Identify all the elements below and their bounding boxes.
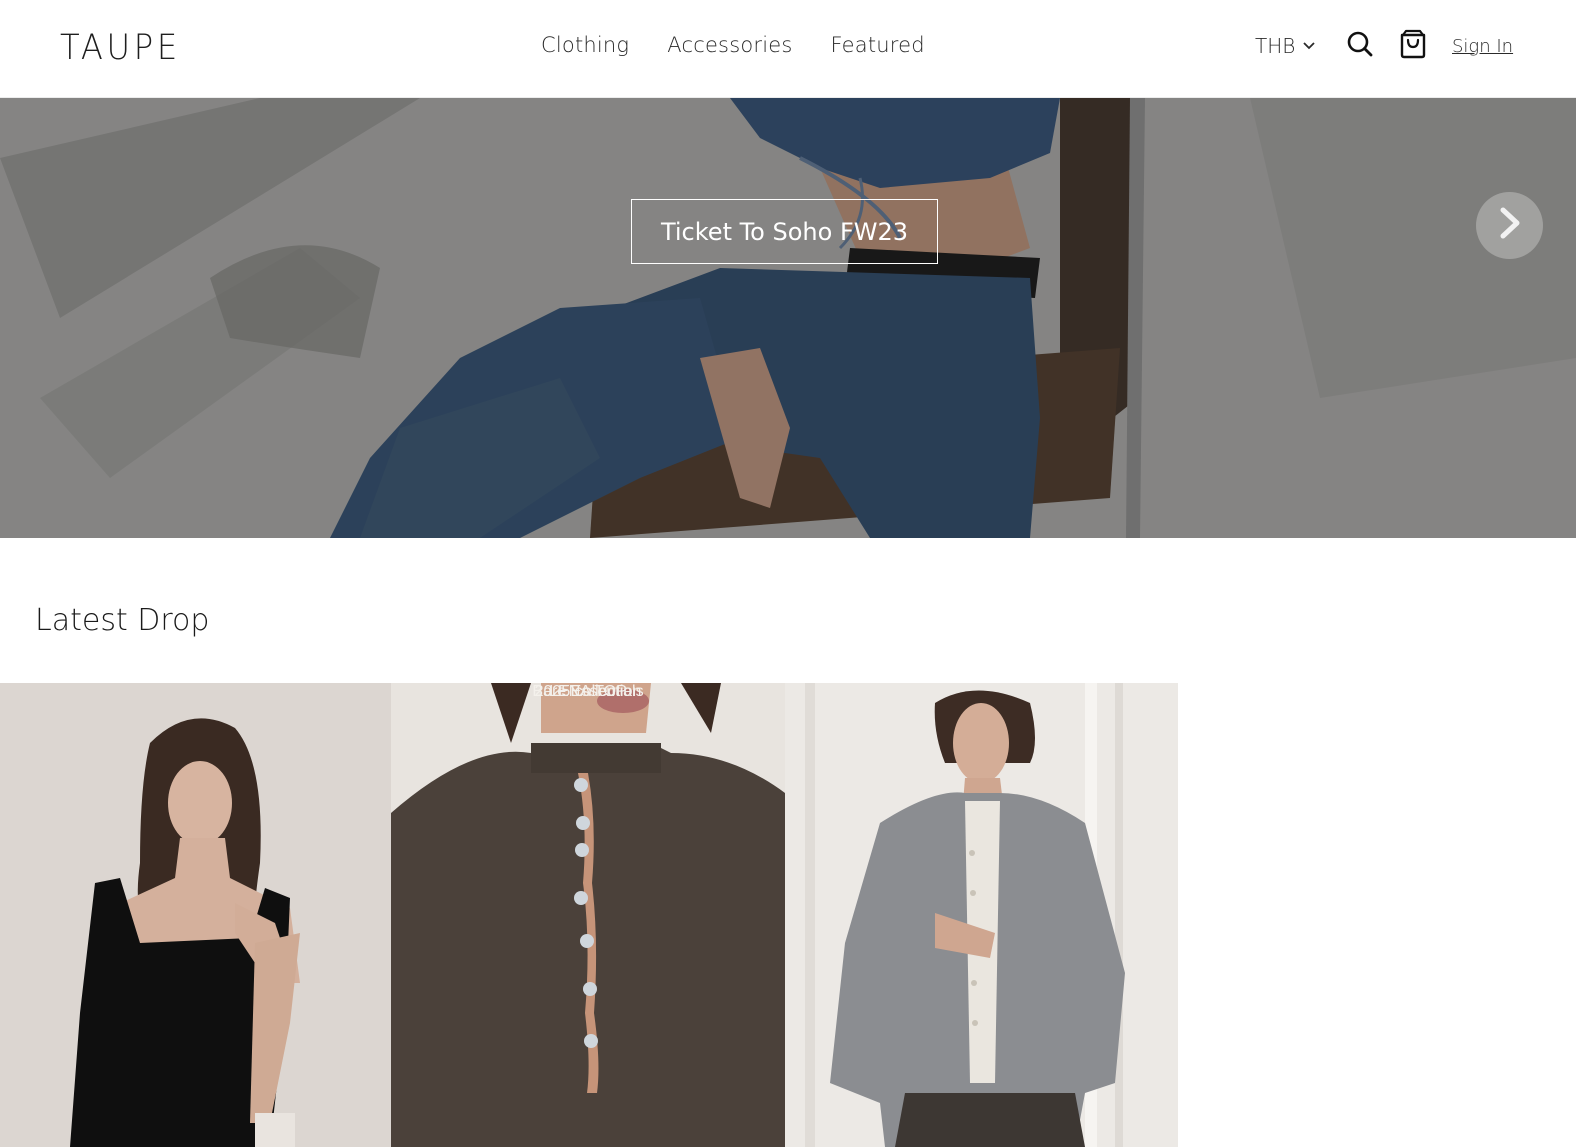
site-header: TAUPE Clothing Accessories Featured THB … [0, 0, 1576, 98]
chevron-down-icon [1303, 37, 1315, 55]
product-image [785, 683, 1178, 1147]
nav-clothing[interactable]: Clothing [541, 33, 629, 57]
currency-code: THB [1255, 34, 1296, 58]
cart-button[interactable] [1398, 29, 1428, 64]
search-button[interactable] [1345, 31, 1375, 61]
product-image [0, 683, 391, 1147]
chevron-right-icon [1498, 206, 1522, 245]
brand-logo[interactable]: TAUPE [60, 28, 181, 68]
hero-overlay [0, 98, 1576, 538]
shopping-bag-icon [1399, 29, 1427, 64]
product-card[interactable] [785, 683, 1178, 1147]
product-grid: LENA TOP Bare Essentials 2025 collection [0, 683, 1178, 1147]
main-nav: Clothing Accessories Featured [541, 33, 925, 57]
hero-cta-button[interactable]: Ticket To Soho FW23 [631, 199, 938, 264]
sign-in-link[interactable]: Sign In [1452, 36, 1513, 57]
hero-banner: Ticket To Soho FW23 [0, 98, 1576, 538]
nav-featured[interactable]: Featured [831, 33, 925, 57]
product-image [391, 683, 785, 1147]
search-icon [1346, 30, 1374, 63]
section-title: Latest Drop [35, 603, 210, 638]
promo-caption: 2025 collection [534, 683, 642, 700]
nav-accessories[interactable]: Accessories [667, 33, 792, 57]
currency-selector[interactable]: THB [1255, 34, 1315, 58]
product-card[interactable] [0, 683, 391, 1147]
product-card[interactable]: LENA TOP Bare Essentials 2025 collection [391, 683, 785, 1147]
carousel-next-button[interactable] [1476, 192, 1543, 259]
